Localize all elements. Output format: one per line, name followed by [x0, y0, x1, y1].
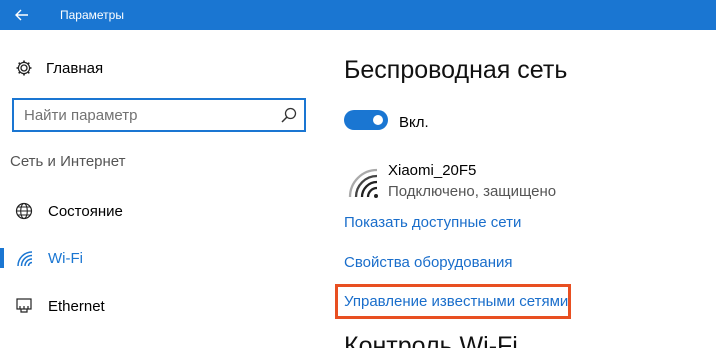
- sidebar-item-label: Ethernet: [48, 297, 105, 315]
- network-ssid: Xiaomi_20F5: [388, 162, 477, 179]
- window-title: Параметры: [60, 8, 124, 22]
- globe-icon: [12, 199, 36, 223]
- sidebar-item-label: Wi-Fi: [48, 249, 83, 267]
- toggle-label: Вкл.: [399, 114, 429, 131]
- sidebar-item-wifi[interactable]: Wi-Fi: [0, 236, 316, 280]
- show-available-networks-link[interactable]: Показать доступные сети: [344, 214, 521, 231]
- page-title: Беспроводная сеть: [344, 56, 568, 84]
- wifi-icon: [12, 246, 36, 270]
- ethernet-icon: [12, 294, 36, 318]
- section-heading: Сеть и Интернет: [10, 153, 126, 170]
- sidebar-item-status[interactable]: Состояние: [0, 189, 316, 233]
- gear-icon: [12, 56, 36, 80]
- title-bar: Параметры: [0, 0, 716, 30]
- search-box[interactable]: [12, 98, 306, 132]
- wifi-toggle[interactable]: [344, 110, 388, 130]
- sidebar-item-ethernet[interactable]: Ethernet: [0, 284, 316, 328]
- network-item[interactable]: Xiaomi_20F5 Подключено, защищено: [344, 162, 604, 202]
- manage-known-networks-link[interactable]: Управление известными сетями: [344, 293, 568, 310]
- search-icon[interactable]: [280, 106, 298, 124]
- wifi-signal-icon: [348, 168, 378, 198]
- wifi-control-heading: Контроль Wi-Fi: [344, 332, 518, 348]
- toggle-knob: [373, 115, 383, 125]
- hardware-properties-link[interactable]: Свойства оборудования: [344, 254, 513, 271]
- back-button[interactable]: [0, 0, 44, 30]
- back-arrow-icon: [15, 9, 28, 21]
- sidebar-item-home[interactable]: Главная: [12, 56, 103, 80]
- active-indicator: [0, 248, 4, 268]
- sidebar-item-label: Состояние: [48, 202, 123, 220]
- sidebar-item-label: Главная: [46, 59, 104, 77]
- search-input[interactable]: [14, 100, 264, 130]
- network-status: Подключено, защищено: [388, 183, 557, 200]
